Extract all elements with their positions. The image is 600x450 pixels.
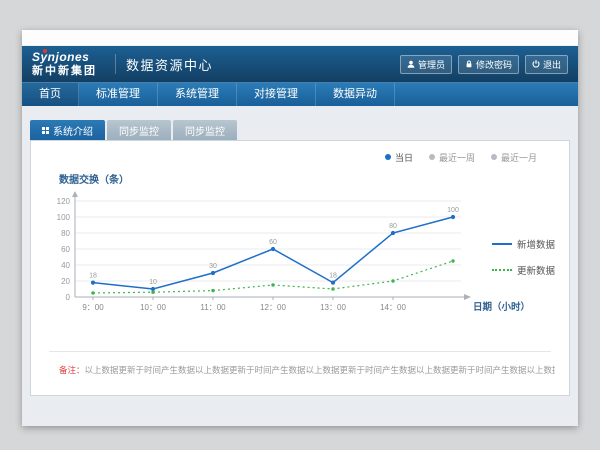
legend-update-data-label: 更新数据 [517, 263, 555, 277]
svg-text:100: 100 [447, 207, 459, 214]
svg-text:20: 20 [61, 277, 70, 286]
nav-item-connect-mgmt[interactable]: 对接管理 [237, 83, 316, 106]
logo-red-dot-icon [43, 49, 47, 53]
svg-text:0: 0 [66, 293, 71, 302]
svg-text:10：00: 10：00 [140, 303, 166, 312]
tab-system-intro-label: 系统介绍 [53, 123, 93, 138]
svg-text:40: 40 [61, 261, 70, 270]
svg-text:80: 80 [389, 223, 397, 230]
user-button[interactable]: 管理员 [400, 55, 452, 74]
svg-text:9：00: 9：00 [82, 303, 104, 312]
dot-icon [385, 154, 391, 160]
logo-text: Synjones [32, 51, 97, 65]
solid-line-swatch-icon [492, 243, 512, 245]
remark-label: 备注： [59, 365, 85, 375]
svg-text:12：00: 12：00 [260, 303, 286, 312]
svg-text:60: 60 [269, 239, 277, 246]
remark-text: 以上数据更新于时间产生数据以上数据更新于时间产生数据以上数据更新于时间产生数据以… [85, 365, 555, 375]
page-title: 数据资源中心 [126, 55, 213, 74]
divider [49, 351, 551, 352]
nav-item-home[interactable]: 首页 [22, 83, 79, 106]
line-chart: 0 20 40 60 80 100 120 9：00 10：00 11：00 12：00 13：00 1… [45, 189, 485, 324]
nav-item-system-mgmt[interactable]: 系统管理 [158, 83, 237, 106]
y-axis-title: 数据交换（条） [59, 171, 555, 183]
nav-item-data-change[interactable]: 数据异动 [316, 83, 395, 106]
filter-today-label: 当日 [395, 151, 413, 164]
nav-item-standard-mgmt[interactable]: 标准管理 [79, 83, 158, 106]
dot-icon [491, 154, 497, 160]
range-filter: 当日 最近一周 最近一月 [45, 151, 555, 163]
tab-system-intro[interactable]: 系统介绍 [30, 120, 105, 140]
tab-sync-monitor-1-label: 同步监控 [119, 123, 159, 138]
content-area: 系统介绍 同步监控 同步监控 当日 最近一周 [22, 106, 578, 426]
main-nav: 首页 标准管理 系统管理 对接管理 数据异动 [22, 82, 578, 106]
user-button-label: 管理员 [418, 58, 445, 71]
filter-last-week-label: 最近一周 [439, 151, 475, 164]
logo-wordmark: Synjones [32, 50, 89, 64]
legend-new-data: 新增数据 [492, 237, 555, 251]
tab-sync-monitor-2-label: 同步监控 [185, 123, 225, 138]
lock-icon [465, 60, 473, 68]
filter-today[interactable]: 当日 [385, 151, 413, 163]
filter-last-month-label: 最近一月 [501, 151, 537, 164]
svg-text:80: 80 [61, 229, 70, 238]
change-password-button[interactable]: 修改密码 [458, 55, 519, 74]
filter-last-week[interactable]: 最近一周 [429, 151, 475, 163]
logo-subtext: 新中新集团 [32, 65, 97, 78]
legend-new-data-label: 新增数据 [517, 237, 555, 251]
svg-text:18: 18 [329, 273, 337, 280]
logout-label: 退出 [543, 58, 561, 71]
series-legend: 新增数据 更新数据 [492, 237, 555, 277]
dot-icon [429, 154, 435, 160]
svg-text:18: 18 [89, 273, 97, 280]
change-password-label: 修改密码 [476, 58, 512, 71]
chart-area: 0 20 40 60 80 100 120 9：00 10：00 11：00 12：00 13：00 1… [45, 189, 555, 343]
remark: 备注：以上数据更新于时间产生数据以上数据更新于时间产生数据以上数据更新于时间产生… [45, 364, 555, 376]
logo: Synjones 新中新集团 [32, 51, 97, 77]
x-axis-title: 日期（小时） [473, 299, 530, 313]
chart-panel: 当日 最近一周 最近一月 数据交换（条） 0 20 40 60 80 100 120 9：00… [30, 140, 570, 396]
svg-text:30: 30 [209, 263, 217, 270]
dotted-line-swatch-icon [492, 269, 512, 271]
app-header: Synjones 新中新集团 数据资源中心 管理员 修改密码 退出 [22, 46, 578, 82]
power-icon [532, 60, 540, 68]
svg-text:120: 120 [57, 197, 71, 206]
tab-bar: 系统介绍 同步监控 同步监控 [30, 120, 578, 140]
tab-sync-monitor-1[interactable]: 同步监控 [107, 120, 171, 140]
svg-text:11：00: 11：00 [200, 303, 226, 312]
filter-last-month[interactable]: 最近一月 [491, 151, 537, 163]
svg-text:60: 60 [61, 245, 70, 254]
header-divider [115, 54, 116, 74]
svg-text:13：00: 13：00 [320, 303, 346, 312]
tab-sync-monitor-2[interactable]: 同步监控 [173, 120, 237, 140]
svg-text:100: 100 [57, 213, 71, 222]
svg-text:14：00: 14：00 [380, 303, 406, 312]
app-window: Synjones 新中新集团 数据资源中心 管理员 修改密码 退出 首 [22, 30, 578, 426]
legend-update-data: 更新数据 [492, 263, 555, 277]
user-icon [407, 60, 415, 68]
browser-chrome [22, 30, 578, 46]
svg-text:10: 10 [149, 279, 157, 286]
grid-icon [42, 127, 49, 134]
logout-button[interactable]: 退出 [525, 55, 568, 74]
